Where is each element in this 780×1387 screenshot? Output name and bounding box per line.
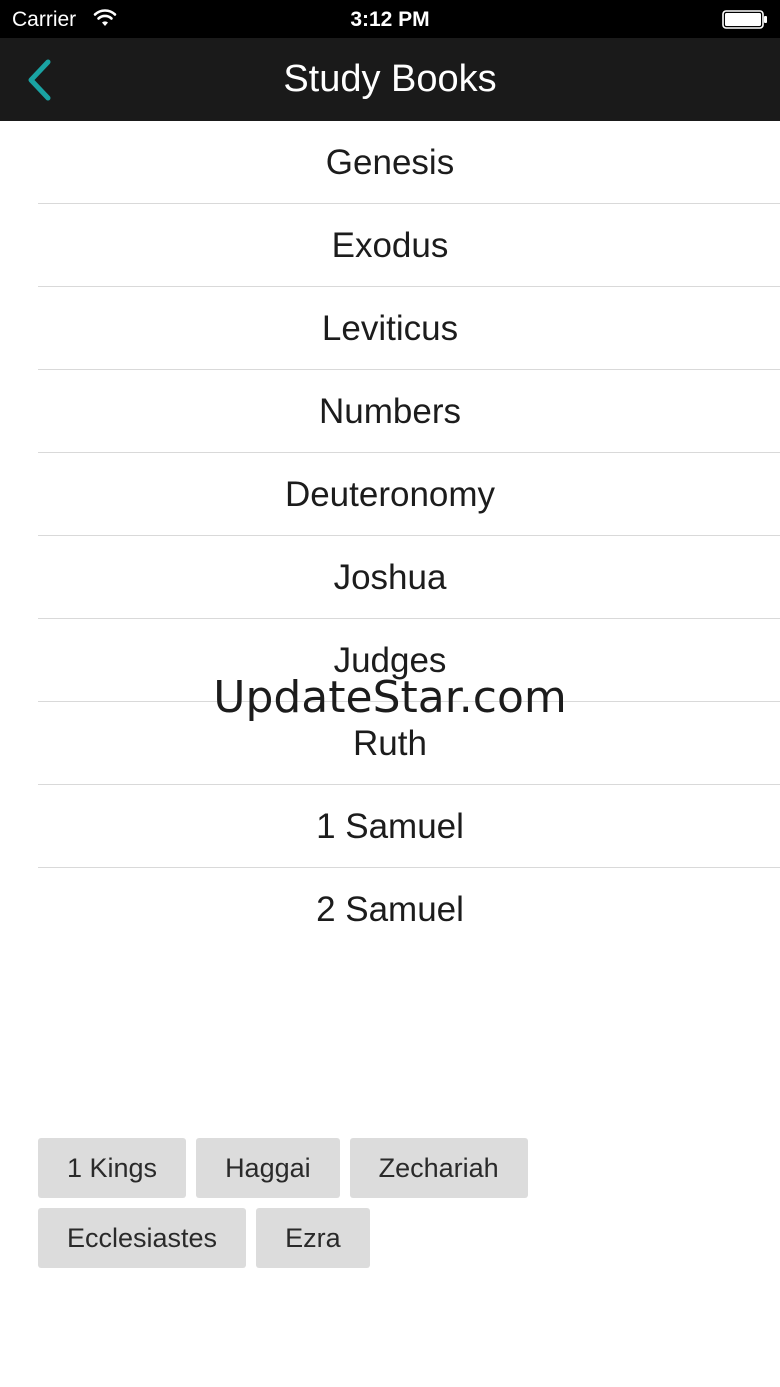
book-title: Numbers bbox=[319, 391, 461, 431]
book-list-item[interactable]: Exodus bbox=[0, 204, 780, 287]
tag-button[interactable]: 1 Kings bbox=[38, 1138, 187, 1198]
book-title: Judges bbox=[333, 640, 447, 680]
book-list: Genesis Exodus Leviticus Numbers Deutero… bbox=[0, 121, 780, 951]
tag-button[interactable]: Ecclesiastes bbox=[38, 1208, 247, 1268]
book-tags: 1 Kings Haggai Zechariah Ecclesiastes Ez… bbox=[38, 1138, 738, 1278]
book-list-item[interactable]: Leviticus bbox=[0, 287, 780, 370]
status-time: 3:12 PM bbox=[350, 8, 430, 31]
book-list-item[interactable]: Numbers bbox=[0, 370, 780, 453]
book-list-item[interactable]: Judges bbox=[0, 619, 780, 702]
navigation-bar: Study Books bbox=[0, 38, 780, 121]
book-list-item[interactable]: Ruth bbox=[0, 702, 780, 785]
chevron-left-icon bbox=[28, 59, 51, 100]
book-title: 1 Samuel bbox=[316, 806, 464, 846]
back-button[interactable] bbox=[14, 52, 64, 107]
book-list-item[interactable]: Joshua bbox=[0, 536, 780, 619]
page-title: Study Books bbox=[283, 58, 497, 100]
book-title: Joshua bbox=[333, 557, 447, 597]
book-title: Deuteronomy bbox=[284, 474, 496, 514]
book-title: Leviticus bbox=[321, 308, 459, 348]
screen: Carrier 3:12 PM Study Books Genesis Exod… bbox=[0, 0, 780, 1387]
tag-button[interactable]: Haggai bbox=[196, 1138, 340, 1198]
book-list-item[interactable]: 2 Samuel bbox=[0, 868, 780, 951]
book-title: Ruth bbox=[353, 723, 427, 763]
tag-row: Ecclesiastes Ezra bbox=[38, 1208, 738, 1268]
book-title: 2 Samuel bbox=[316, 889, 464, 929]
tag-button[interactable]: Zechariah bbox=[349, 1138, 528, 1198]
book-list-item[interactable]: 1 Samuel bbox=[0, 785, 780, 868]
tag-button[interactable]: Ezra bbox=[256, 1208, 370, 1268]
book-list-item[interactable]: Genesis bbox=[0, 121, 780, 204]
battery-icon bbox=[722, 10, 767, 29]
book-title: Genesis bbox=[325, 142, 455, 182]
book-list-item[interactable]: Deuteronomy bbox=[0, 453, 780, 536]
status-bar: Carrier 3:12 PM bbox=[0, 0, 780, 38]
tag-row: 1 Kings Haggai Zechariah bbox=[38, 1138, 738, 1198]
book-title: Exodus bbox=[331, 225, 449, 265]
